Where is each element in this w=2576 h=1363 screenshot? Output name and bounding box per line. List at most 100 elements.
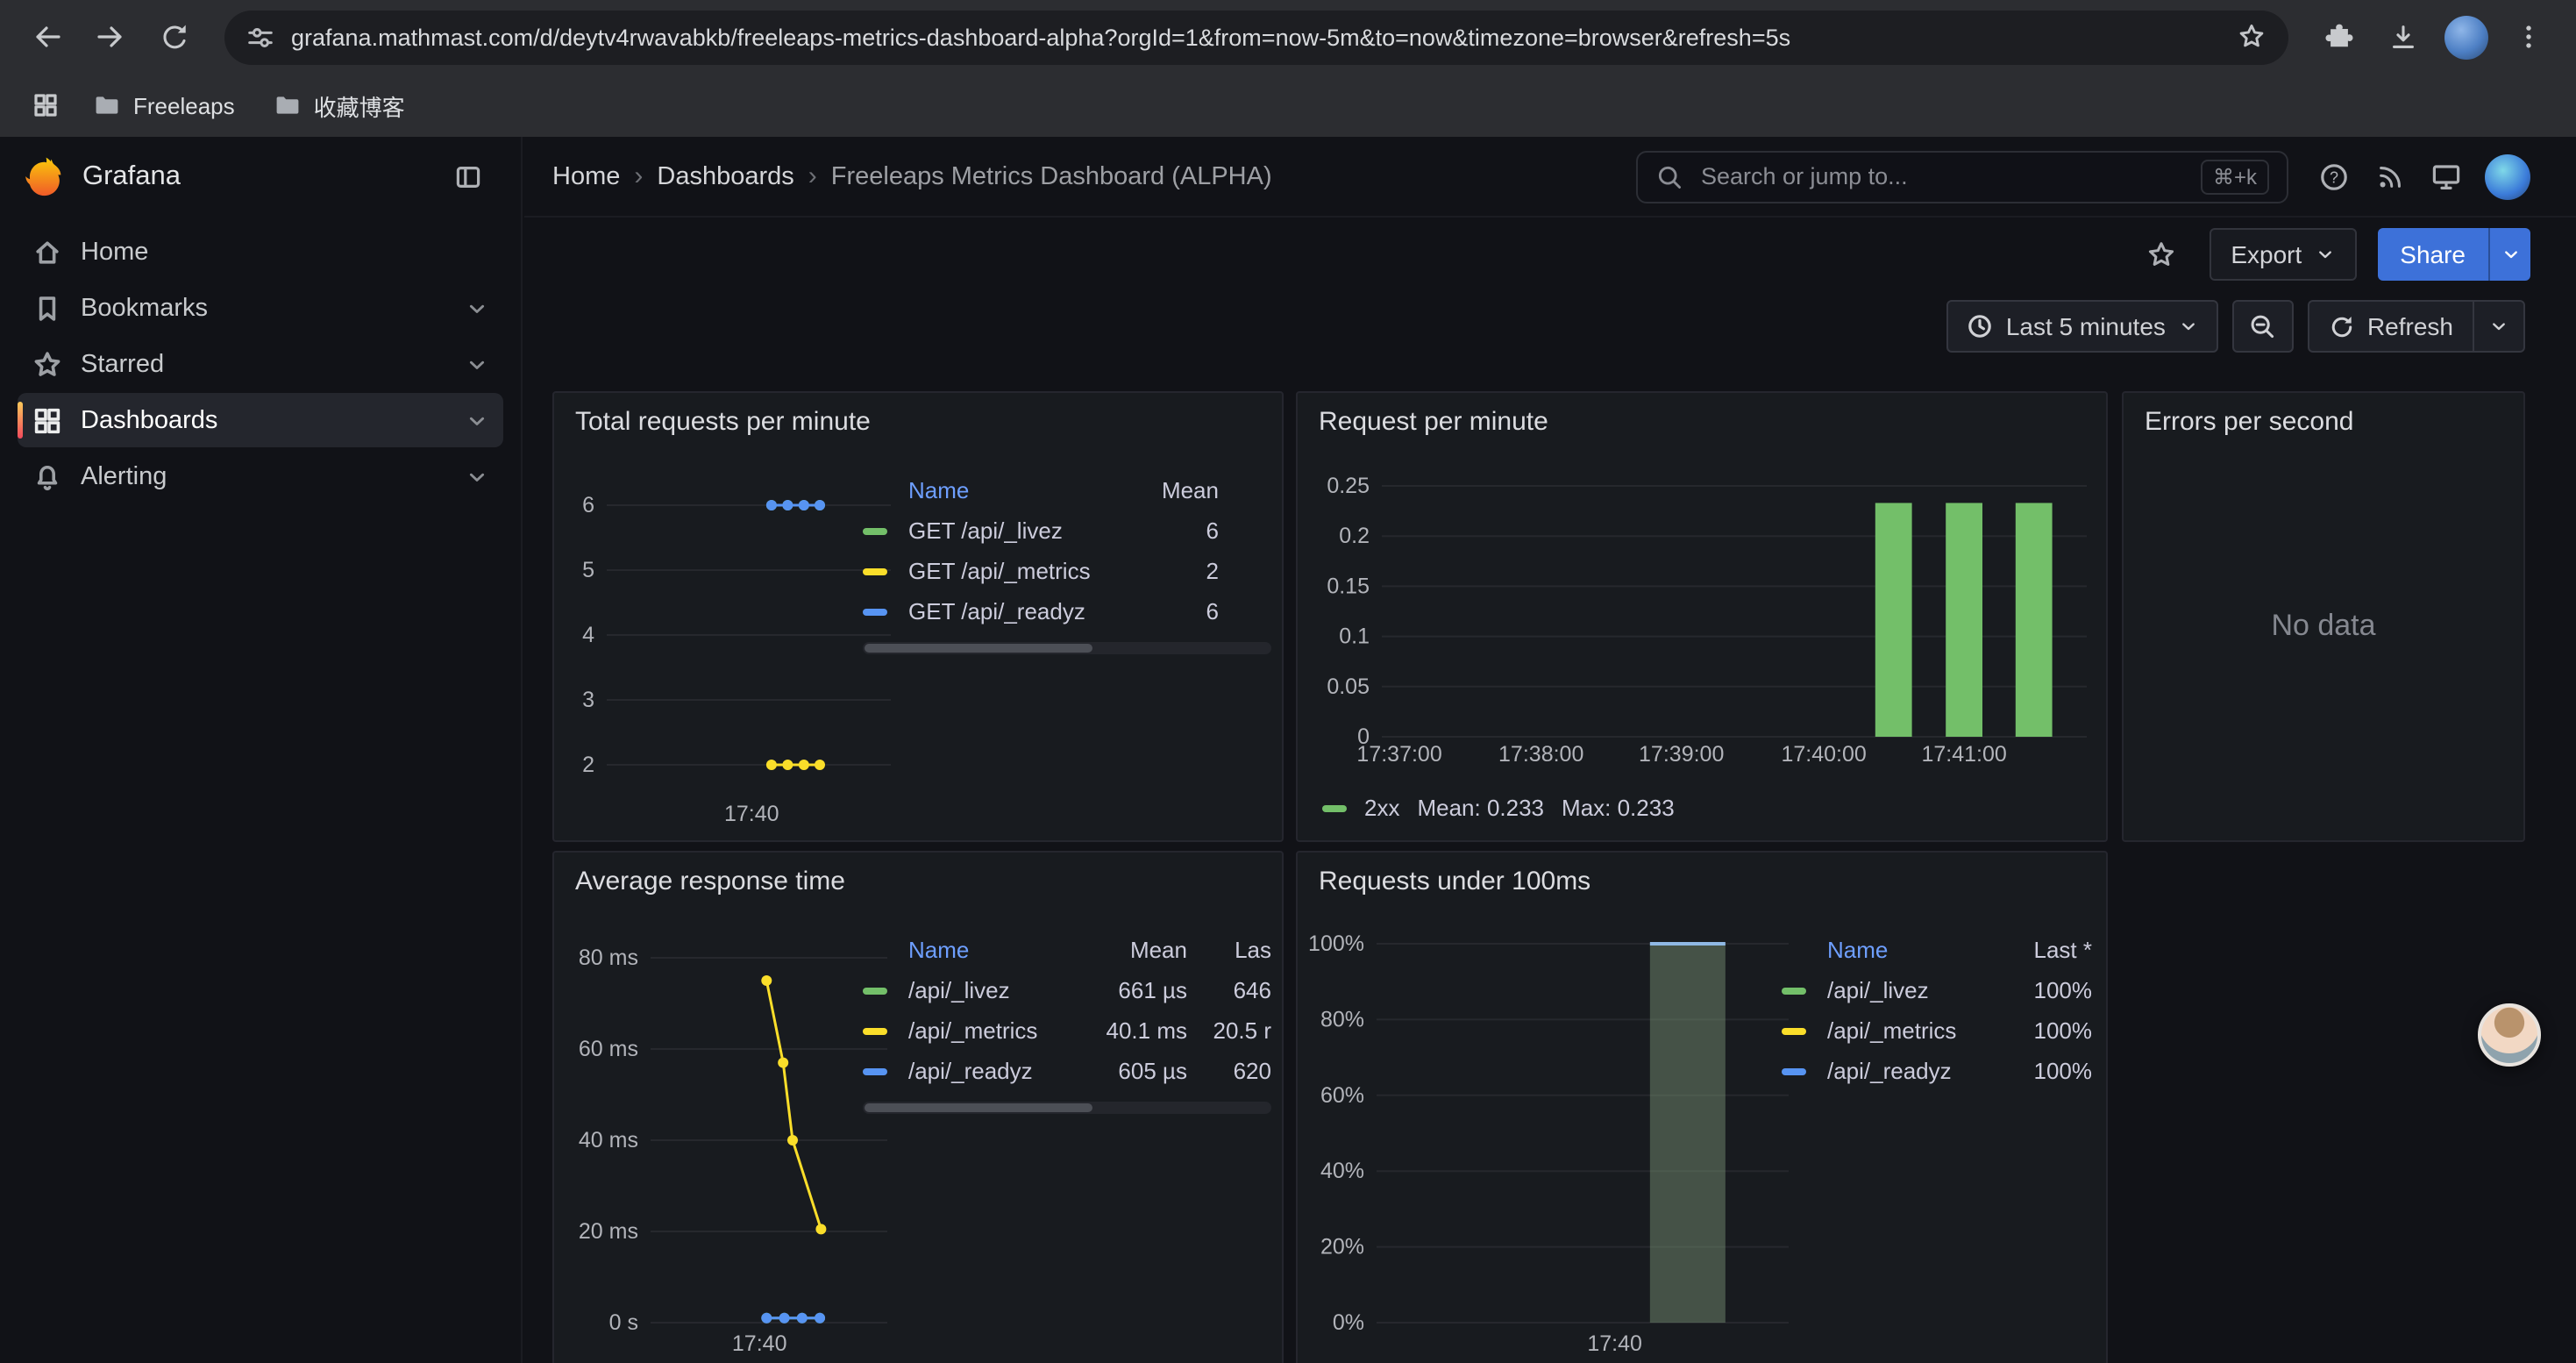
favorite-star-icon[interactable] xyxy=(2132,228,2188,281)
series-max: Max: 0.233 xyxy=(1562,795,1675,821)
chevron-down-icon[interactable] xyxy=(465,408,489,432)
legend-series-name: /api/_livez xyxy=(1827,977,1994,1003)
breadcrumb-home[interactable]: Home xyxy=(552,162,620,190)
sidebar-item-bookmarks[interactable]: Bookmarks xyxy=(18,281,503,335)
chevron-down-icon[interactable] xyxy=(465,296,489,320)
request-per-minute-chart[interactable]: 0.250.20.150.10.05017:37:0017:38:0017:39… xyxy=(1298,393,2110,844)
legend-scrollbar-thumb[interactable] xyxy=(865,1103,1093,1112)
brand-name: Grafana xyxy=(82,161,423,193)
chevron-down-icon xyxy=(2488,316,2509,337)
legend-col-name[interactable]: Name xyxy=(908,937,1075,963)
chevron-down-icon[interactable] xyxy=(465,464,489,489)
browser-menu-icon[interactable] xyxy=(2499,7,2558,67)
bookmark-folder-freeleaps[interactable]: Freeleaps xyxy=(77,84,251,126)
address-bar[interactable]: grafana.mathmast.com/d/deytv4rwavabkb/fr… xyxy=(224,10,2288,64)
reload-icon[interactable] xyxy=(144,7,203,67)
legend-value: 6 xyxy=(1145,598,1219,624)
star-icon xyxy=(32,348,63,380)
help-icon[interactable]: ? xyxy=(2306,150,2362,203)
share-menu-caret[interactable] xyxy=(2488,228,2530,281)
series-swatch xyxy=(863,987,887,994)
legend-scrollbar[interactable] xyxy=(863,1102,1271,1114)
refresh-interval-caret[interactable] xyxy=(2473,302,2523,351)
chevron-down-icon xyxy=(2314,244,2335,265)
back-icon[interactable] xyxy=(18,7,77,67)
news-rss-icon[interactable] xyxy=(2362,150,2418,203)
time-range-picker[interactable]: Last 5 minutes xyxy=(1946,300,2218,353)
breadcrumb-separator: › xyxy=(808,161,817,191)
svg-text:0.15: 0.15 xyxy=(1327,574,1370,598)
download-icon[interactable] xyxy=(2373,7,2432,67)
legend-value: 605 µs xyxy=(1085,1058,1187,1084)
url-text[interactable]: grafana.mathmast.com/d/deytv4rwavabkb/fr… xyxy=(291,24,2210,50)
time-controls: Last 5 minutes Refresh xyxy=(524,291,2576,361)
legend-row[interactable]: /api/_livez100% xyxy=(1782,970,2092,1010)
panel-legend[interactable]: 2xx Mean: 0.233 Max: 0.233 xyxy=(1322,795,1675,821)
search-input[interactable] xyxy=(1697,161,2187,191)
legend-row[interactable]: /api/_readyz100% xyxy=(1782,1051,2092,1091)
sidebar-item-alerting[interactable]: Alerting xyxy=(18,449,503,503)
floating-assistant-avatar[interactable] xyxy=(2478,1003,2541,1067)
browser-profile-avatar[interactable] xyxy=(2436,7,2495,67)
sidebar-item-starred[interactable]: Starred xyxy=(18,337,503,391)
legend-scrollbar-thumb[interactable] xyxy=(865,644,1093,653)
extensions-icon[interactable] xyxy=(2309,7,2369,67)
svg-text:?: ? xyxy=(2330,168,2338,185)
legend-col-mean[interactable]: Mean xyxy=(1085,937,1187,963)
svg-text:0.1: 0.1 xyxy=(1339,624,1370,649)
collapse-sidebar-icon[interactable] xyxy=(440,151,496,203)
legend-value: 6 xyxy=(1145,517,1219,544)
panel-legend: NameLast */api/_livez100%/api/_metrics10… xyxy=(1782,930,2092,1091)
legend-col-name[interactable]: Name xyxy=(1827,937,1994,963)
legend-row[interactable]: GET /api/_livez6 xyxy=(863,510,1271,551)
panel-errors-per-second: Errors per second No data xyxy=(2122,391,2525,842)
breadcrumb-dashboards[interactable]: Dashboards xyxy=(657,162,793,190)
share-button[interactable]: Share xyxy=(2377,228,2488,281)
legend-col-name[interactable]: Name xyxy=(908,477,1135,503)
legend-col-mean[interactable]: Mean xyxy=(1145,477,1219,503)
legend-col-last-[interactable]: Last * xyxy=(2004,937,2092,963)
bookmark-label: 收藏博客 xyxy=(314,89,405,122)
site-info-icon[interactable] xyxy=(246,22,275,52)
legend-col-las[interactable]: Las xyxy=(1198,937,1271,963)
svg-text:60%: 60% xyxy=(1320,1083,1364,1108)
series-mean: Mean: 0.233 xyxy=(1417,795,1544,821)
legend-value: 620 xyxy=(1198,1058,1271,1084)
legend-row[interactable]: GET /api/_readyz6 xyxy=(863,591,1271,632)
grafana-logo-icon[interactable] xyxy=(25,156,65,198)
legend-value: 40.1 ms xyxy=(1085,1017,1187,1044)
monitor-icon[interactable] xyxy=(2418,150,2474,203)
legend-row[interactable]: /api/_livez661 µs646 xyxy=(863,970,1271,1010)
svg-text:0.05: 0.05 xyxy=(1327,674,1370,699)
legend-scrollbar[interactable] xyxy=(863,642,1271,654)
sidebar-item-dashboards[interactable]: Dashboards xyxy=(18,393,503,447)
svg-text:6: 6 xyxy=(582,493,594,517)
series-swatch xyxy=(863,567,887,574)
export-button[interactable]: Export xyxy=(2210,228,2356,281)
forward-icon[interactable] xyxy=(81,7,140,67)
legend-row[interactable]: /api/_readyz605 µs620 xyxy=(863,1051,1271,1091)
legend-row[interactable]: /api/_metrics40.1 ms20.5 r xyxy=(863,1010,1271,1051)
svg-text:17:40: 17:40 xyxy=(1587,1331,1642,1356)
svg-text:0 s: 0 s xyxy=(609,1310,638,1335)
apps-grid-icon[interactable] xyxy=(21,81,70,130)
svg-text:80%: 80% xyxy=(1320,1007,1364,1031)
sidebar-item-home[interactable]: Home xyxy=(18,225,503,279)
search-icon xyxy=(1655,162,1683,190)
series-swatch xyxy=(1782,1027,1806,1034)
share-button-group: Share xyxy=(2377,228,2530,281)
series-name[interactable]: 2xx xyxy=(1364,795,1399,821)
legend-row[interactable]: GET /api/_metrics2 xyxy=(863,551,1271,591)
breadcrumb-separator: › xyxy=(634,161,643,191)
search-box[interactable]: ⌘+k xyxy=(1636,150,2288,203)
refresh-button[interactable]: Refresh xyxy=(2309,302,2473,351)
user-avatar[interactable] xyxy=(2485,153,2530,199)
panel-title[interactable]: Errors per second xyxy=(2145,407,2509,437)
zoom-out-button[interactable] xyxy=(2232,300,2294,353)
bookmark-folder-blogs[interactable]: 收藏博客 xyxy=(258,82,421,129)
svg-text:5: 5 xyxy=(582,558,594,582)
legend-value: 100% xyxy=(2004,1058,2092,1084)
legend-row[interactable]: /api/_metrics100% xyxy=(1782,1010,2092,1051)
bookmark-star-icon[interactable] xyxy=(2225,21,2278,53)
chevron-down-icon[interactable] xyxy=(465,352,489,376)
